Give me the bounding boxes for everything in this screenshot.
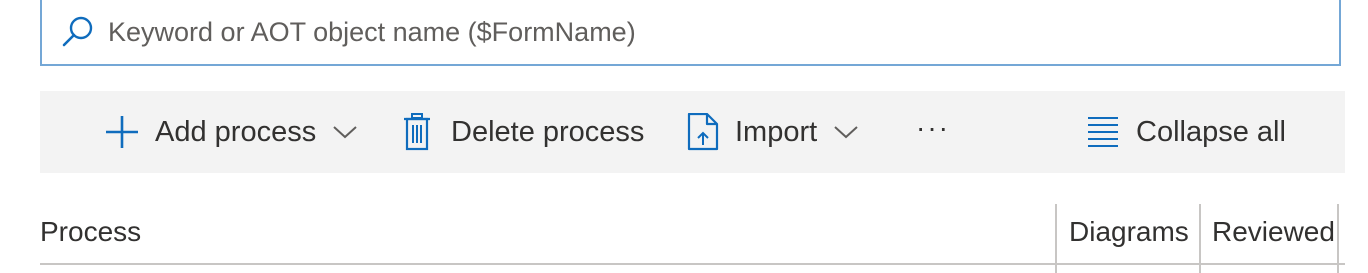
search-input[interactable] (108, 16, 1288, 48)
column-header-reviewed[interactable]: Reviewed (1212, 200, 1335, 263)
import-icon (686, 112, 720, 152)
more-options-button[interactable]: ··· (916, 91, 950, 173)
more-icon: ··· (916, 112, 950, 143)
collapse-all-button[interactable]: Collapse all (1087, 91, 1286, 173)
search-box[interactable] (40, 0, 1341, 66)
delete-process-button[interactable]: Delete process (402, 91, 644, 173)
table-header: Process Diagrams Reviewed (40, 200, 1345, 273)
import-button[interactable]: Import (686, 91, 859, 173)
column-header-diagrams[interactable]: Diagrams (1069, 200, 1189, 263)
column-divider[interactable] (1055, 204, 1057, 273)
column-divider[interactable] (1337, 204, 1339, 273)
process-page: Add process Delete process (0, 0, 1368, 273)
import-label: Import (735, 115, 818, 148)
trash-icon (402, 112, 432, 152)
delete-process-label: Delete process (451, 115, 645, 148)
add-process-label: Add process (155, 115, 317, 148)
chevron-down-icon[interactable] (833, 122, 859, 142)
column-divider[interactable] (1199, 204, 1201, 273)
column-header-process[interactable]: Process (40, 200, 141, 263)
command-bar: Add process Delete process Import ··· Co… (40, 91, 1345, 173)
collapse-all-icon (1087, 114, 1119, 150)
add-process-button[interactable]: Add process (104, 91, 358, 173)
collapse-all-label: Collapse all (1136, 115, 1286, 148)
add-icon (104, 114, 140, 150)
search-icon (58, 12, 98, 52)
chevron-down-icon[interactable] (332, 122, 358, 142)
